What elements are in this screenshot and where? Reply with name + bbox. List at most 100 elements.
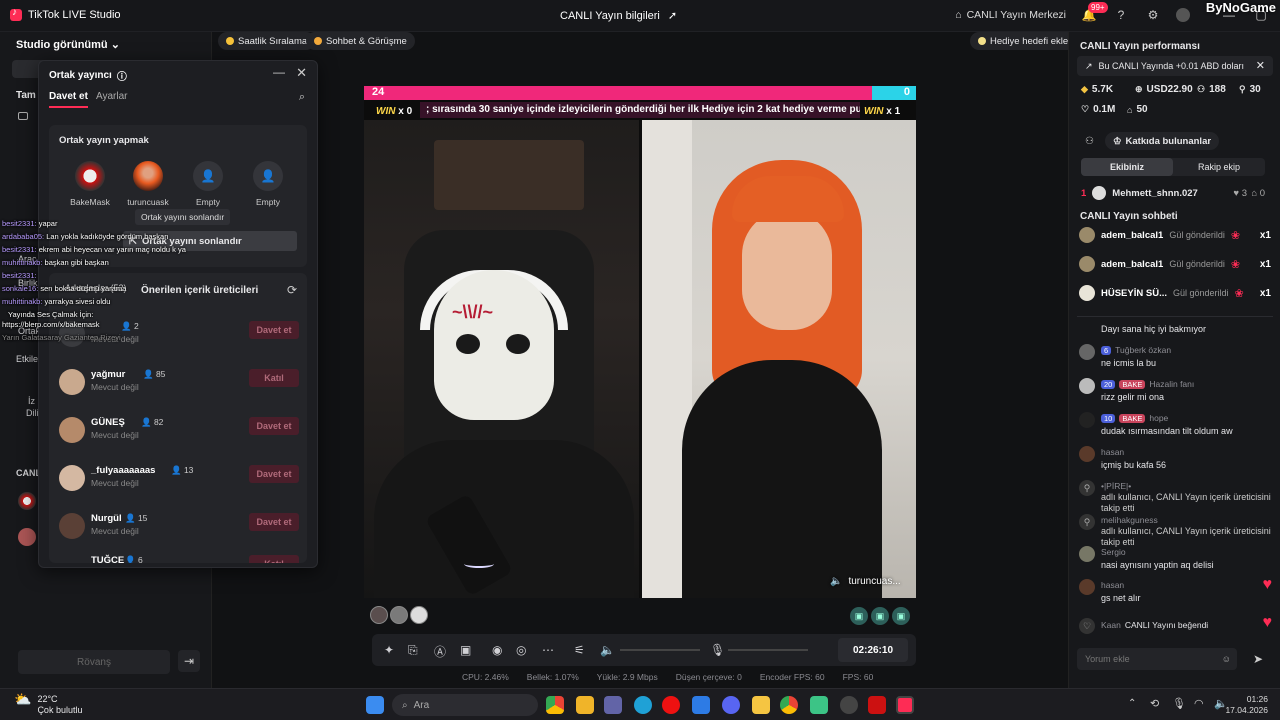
opera-icon[interactable] [662, 696, 680, 714]
message-user: melihakguness [1101, 515, 1158, 525]
tab-your-team[interactable]: Ekibiniz [1081, 158, 1173, 176]
close-icon[interactable]: ✕ [1256, 59, 1265, 72]
send-icon[interactable]: ➤ [1253, 652, 1263, 666]
focus-icon[interactable]: ◎ [516, 643, 526, 657]
invite-button[interactable]: Davet et [249, 465, 299, 483]
guest-avatar[interactable] [390, 606, 408, 624]
level-badge: 10 [1101, 413, 1116, 423]
app-icon[interactable] [840, 696, 858, 714]
layout-icon[interactable]: ▣ [460, 643, 471, 657]
rank-gifts-value: 0 [1259, 187, 1265, 199]
emoji-icon[interactable]: ☺ [1222, 654, 1231, 664]
cohost-slot[interactable]: 👤 Empty [185, 161, 231, 207]
close-icon[interactable]: ✕ [296, 65, 307, 81]
guest-avatar[interactable] [410, 606, 428, 624]
time: 01:26 [1246, 694, 1268, 704]
tab-rival-team[interactable]: Rakip ekip [1173, 158, 1265, 176]
mixer-icon[interactable]: ⚟ [574, 643, 585, 657]
search-icon[interactable]: ⌕ [299, 91, 305, 104]
explorer-icon[interactable] [752, 696, 770, 714]
network-icon[interactable]: ⟲ [1150, 697, 1159, 710]
clock[interactable]: 01:26 17.04.2026 [1225, 694, 1268, 716]
effects-icon[interactable]: ⎘ [408, 643, 418, 658]
weather-widget[interactable]: ⛅ 22°C Çok bulutlu [14, 692, 82, 716]
cohost-slot[interactable]: BakeMask [67, 161, 113, 207]
record-icon[interactable]: ◉ [492, 643, 502, 657]
chrome-profile-icon[interactable] [780, 696, 798, 714]
date: 17.04.2026 [1225, 705, 1268, 715]
wifi-icon[interactable]: ◠ [1194, 697, 1204, 710]
exit-icon[interactable]: ⇥ [178, 650, 200, 672]
seat-icon[interactable]: ▣ [850, 607, 868, 625]
overlay-chat-line: besit2331: yapar [2, 219, 57, 228]
live-info-button[interactable]: CANLI Yayın bilgileri ➚ [560, 9, 678, 23]
chat-meet-button[interactable]: Sohbet & Görüşme [306, 32, 415, 50]
tiktok-studio-icon[interactable] [896, 696, 914, 714]
gift-goal-button[interactable]: Hediye hedefi ekle [970, 32, 1077, 50]
ai-icon[interactable]: Ⓐ [434, 643, 446, 660]
count-value: 85 [155, 369, 166, 379]
mail-icon[interactable] [692, 696, 710, 714]
taskbar-search[interactable]: ⌕ Ara [392, 694, 538, 716]
avatar [59, 465, 85, 491]
count-value: 2 [133, 321, 139, 331]
edge-icon[interactable] [634, 696, 652, 714]
share-icon: ➚ [667, 10, 678, 22]
volume-icon[interactable]: 🔈 [600, 643, 615, 657]
message-header: 10 BAKE hope [1101, 413, 1168, 423]
status: Mevcut değil [91, 430, 139, 440]
seat-icon[interactable]: ▣ [871, 607, 889, 625]
app-icon[interactable] [810, 696, 828, 714]
refresh-icon[interactable]: ⟳ [287, 283, 297, 297]
guest-avatar[interactable] [370, 606, 388, 624]
more-icon[interactable]: ⋯ [542, 643, 554, 657]
notification-bell-icon[interactable]: 🔔 99+ [1080, 2, 1108, 24]
teams-icon[interactable] [604, 696, 622, 714]
youtube-icon[interactable] [868, 696, 886, 714]
chrome-icon[interactable] [546, 696, 564, 714]
camera-icon[interactable] [18, 112, 28, 120]
speaker-icon[interactable]: 🔈 [830, 576, 842, 587]
tab-invite[interactable]: Davet et [49, 91, 88, 108]
mic-slider[interactable] [728, 649, 808, 651]
minimize-icon[interactable]: — [273, 65, 285, 79]
volume-slider[interactable] [620, 649, 700, 651]
list-item: GÜNEŞ 👤 82 Mevcut değil Davet et [59, 413, 299, 453]
seat-icon[interactable]: ▣ [892, 607, 910, 625]
money-icon: ⊕ [1135, 84, 1143, 94]
status: Mevcut değil [91, 526, 139, 536]
join-button[interactable]: Katıl [249, 555, 299, 563]
cohost-slot[interactable]: turuncuask [125, 161, 171, 207]
app-title-text: TikTok LIVE Studio [28, 9, 121, 21]
rematch-button[interactable]: Rövanş [18, 650, 170, 674]
folder-icon[interactable] [576, 696, 594, 714]
contributors-button[interactable]: ♔ Katkıda bulunanlar [1105, 132, 1220, 150]
tab-settings[interactable]: Ayarlar [96, 91, 128, 102]
live-preview[interactable]: 24 0 WIN x 0 ; sırasında 30 saniye içind… [364, 86, 916, 598]
windows-start-icon[interactable] [366, 696, 384, 714]
microphone-icon[interactable]: 🎙 [1172, 697, 1186, 710]
live-center-button[interactable]: ⌂ CANLI Yayın Merkezi [955, 9, 1066, 21]
invite-button[interactable]: Davet et [249, 417, 299, 435]
comment-input[interactable]: Yorum ekle ☺ [1077, 648, 1237, 670]
avatar[interactable] [1176, 8, 1190, 22]
cohost-slot[interactable]: 👤 Empty [245, 161, 291, 207]
discord-icon[interactable] [722, 696, 740, 714]
magic-wand-icon[interactable]: ✦ [384, 643, 394, 657]
join-button[interactable]: Katıl [249, 369, 299, 387]
help-icon[interactable]: ? [1112, 6, 1130, 24]
status: Mevcut değil [91, 478, 139, 488]
help-icon[interactable]: ⓘ [117, 68, 127, 83]
hourly-rank-button[interactable]: Saatlik Sıralama [218, 32, 316, 50]
gear-icon[interactable]: ⚙ [1144, 6, 1162, 24]
invite-button[interactable]: Davet et [249, 513, 299, 531]
person-settings-icon[interactable]: ⚇ [1085, 136, 1094, 147]
invite-button[interactable]: Davet et [249, 321, 299, 339]
studio-view-dropdown[interactable]: Studio görünümü ⌄ [16, 38, 120, 51]
message-user: Kaan [1101, 620, 1121, 630]
gift-goal-label: Hediye hedefi ekle [990, 35, 1069, 47]
chat-message: ⚲ melihakguness adlı kullanıcı, CANLI Yayı… [1079, 514, 1275, 547]
microphone-icon[interactable]: 🎙 [710, 643, 725, 657]
win-word: WIN [376, 106, 396, 117]
chevron-up-icon[interactable]: ⌃ [1128, 698, 1136, 709]
